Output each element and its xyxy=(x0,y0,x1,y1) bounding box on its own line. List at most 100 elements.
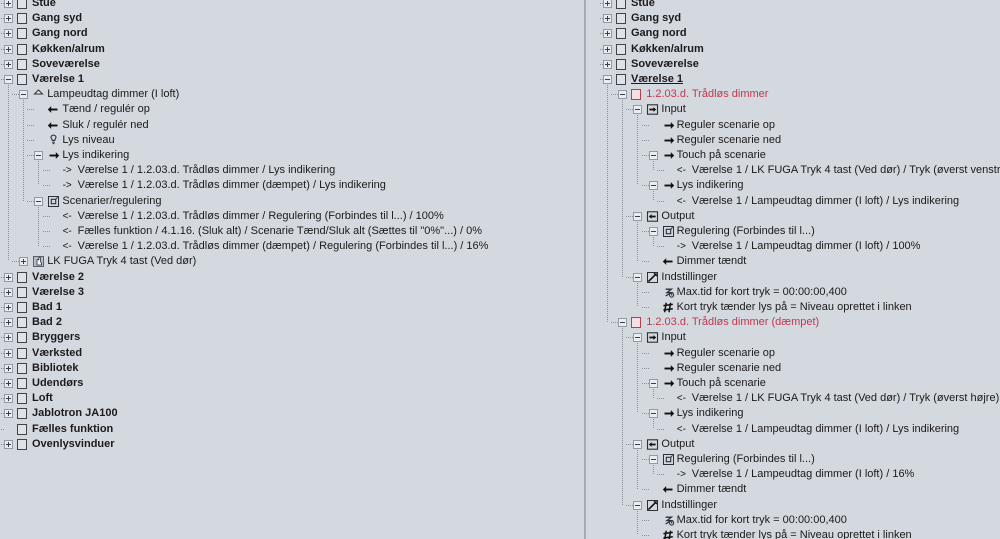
collapse-icon[interactable] xyxy=(633,272,643,282)
tree-row[interactable]: Indstillinger xyxy=(599,270,1000,285)
tree-row[interactable]: Input xyxy=(599,102,1000,117)
checkbox[interactable] xyxy=(17,302,27,313)
checkbox[interactable] xyxy=(17,28,27,40)
device-tree-right-pane[interactable]: Stue Gang syd Gang nord Køkken/alrum Sovevær… xyxy=(599,0,1000,539)
expand-icon[interactable] xyxy=(4,348,13,358)
expand-icon[interactable] xyxy=(4,439,13,449)
expand-icon[interactable] xyxy=(4,333,13,343)
tree-row[interactable]: Fælles funktion xyxy=(0,422,578,437)
checkbox[interactable] xyxy=(17,332,27,344)
collapse-icon[interactable] xyxy=(648,181,658,191)
tree-row[interactable]: Scenarier/regulering xyxy=(0,194,578,209)
tree-row[interactable]: <- Værelse 1 / 1.2.03.d. Trådløs dimmer /… xyxy=(0,209,578,224)
checkbox[interactable] xyxy=(17,0,27,9)
tree-row[interactable]: Lys indikering xyxy=(599,406,1000,421)
tree-row[interactable]: Værelse 1 xyxy=(599,72,1000,87)
tree-row[interactable]: Sluk / regulér ned xyxy=(0,118,578,133)
tree-row[interactable]: Stue xyxy=(599,0,1000,11)
checkbox[interactable] xyxy=(17,74,27,85)
device-tree-left-pane[interactable]: Stue Gang syd Gang nord Køkken/alrum Sovevær… xyxy=(0,0,578,539)
tree-row[interactable]: Tænd / regulér op xyxy=(0,102,578,117)
tree-row[interactable]: <- Fælles funktion / 4.1.16. (Sluk alt) /… xyxy=(0,224,578,239)
collapse-icon[interactable] xyxy=(633,105,643,115)
tree-row[interactable]: Bad 2 xyxy=(0,315,578,330)
checkbox[interactable] xyxy=(616,28,626,40)
checkbox[interactable] xyxy=(17,271,27,283)
tree-row[interactable]: Værelse 3 xyxy=(0,285,578,300)
collapse-icon[interactable] xyxy=(633,211,643,221)
checkbox[interactable] xyxy=(17,13,27,25)
tree-row[interactable]: Reguler scenarie op xyxy=(599,118,1000,133)
tree-row[interactable]: 1.2.03.d. Trådløs dimmer xyxy=(599,87,1000,102)
collapse-icon[interactable] xyxy=(19,90,29,100)
tree-row[interactable]: -> Værelse 1 / Lampeudtag dimmer (I loft)… xyxy=(599,239,1000,254)
tree-row[interactable]: Touch på scenarie xyxy=(599,148,1000,163)
tree-row[interactable]: <- Værelse 1 / LK FUGA Tryk 4 tast (Ved d… xyxy=(599,391,1000,406)
checkbox-selected[interactable] xyxy=(631,89,642,101)
tree-row[interactable]: 1.2.03.d. Trådløs dimmer (dæmpet) xyxy=(599,315,1000,330)
tree-row[interactable]: Input xyxy=(599,330,1000,345)
tree-row[interactable]: Køkken/alrum xyxy=(599,42,1000,57)
checkbox[interactable] xyxy=(17,347,27,359)
tree-row[interactable]: Reguler scenarie op xyxy=(599,346,1000,361)
expand-icon[interactable] xyxy=(4,379,13,388)
tree-row[interactable]: Regulering (Forbindes til l...) xyxy=(599,224,1000,239)
expand-icon[interactable] xyxy=(4,59,13,69)
tree-row[interactable]: Max.tid for kort tryk = 00:00:00,400 xyxy=(599,285,1000,300)
tree-row[interactable]: <- Værelse 1 / Lampeudtag dimmer (I loft)… xyxy=(599,194,1000,209)
tree-row[interactable]: -> Værelse 1 / 1.2.03.d. Trådløs dimmer /… xyxy=(0,163,578,178)
tree-row[interactable]: -> Værelse 1 / 1.2.03.d. Trådløs dimmer (… xyxy=(0,178,578,193)
tree-row[interactable]: Værksted xyxy=(0,346,578,361)
tree-row[interactable]: Bibliotek xyxy=(0,361,578,376)
tree-row[interactable]: Lys indikering xyxy=(0,148,578,163)
collapse-icon[interactable] xyxy=(648,379,658,388)
tree-row[interactable]: Gang syd xyxy=(0,11,578,26)
checkbox[interactable] xyxy=(616,13,626,25)
expand-icon[interactable] xyxy=(4,287,13,297)
tree-row[interactable]: -> Værelse 1 / Lampeudtag dimmer (I loft)… xyxy=(599,467,1000,482)
tree-row[interactable]: Gang nord xyxy=(0,26,578,41)
checkbox[interactable] xyxy=(17,423,27,435)
tree-row[interactable]: Lampeudtag dimmer (I loft) xyxy=(0,87,578,102)
tree-row[interactable]: LK FUGA Tryk 4 tast (Ved dør) xyxy=(0,254,578,269)
checkbox[interactable] xyxy=(17,393,27,405)
checkbox[interactable] xyxy=(17,408,27,420)
collapse-icon[interactable] xyxy=(34,151,44,160)
checkbox[interactable] xyxy=(616,0,626,9)
expand-icon[interactable] xyxy=(603,14,612,24)
tree-row[interactable]: Dimmer tændt xyxy=(599,254,1000,269)
collapse-icon[interactable] xyxy=(648,455,658,464)
pane-splitter[interactable] xyxy=(578,0,599,539)
tree-row[interactable]: Indstillinger xyxy=(599,498,1000,513)
tree-row[interactable]: Reguler scenarie ned xyxy=(599,133,1000,148)
checkbox[interactable] xyxy=(17,317,27,329)
expand-icon[interactable] xyxy=(4,409,13,419)
tree-row[interactable]: Bad 1 xyxy=(0,300,578,315)
collapse-icon[interactable] xyxy=(603,75,612,84)
tree-row[interactable]: Touch på scenarie xyxy=(599,376,1000,391)
expand-icon[interactable] xyxy=(603,59,612,69)
tree-row[interactable]: Max.tid for kort tryk = 00:00:00,400 xyxy=(599,513,1000,528)
tree-row[interactable]: Output xyxy=(599,209,1000,224)
expand-icon[interactable] xyxy=(4,394,13,404)
tree-row[interactable]: Kort tryk tænder lys på = Niveau oprette… xyxy=(599,300,1000,315)
tree-row[interactable]: Regulering (Forbindes til l...) xyxy=(599,452,1000,467)
collapse-icon[interactable] xyxy=(618,318,628,328)
expand-icon[interactable] xyxy=(19,257,29,267)
tree-row[interactable]: Dimmer tændt xyxy=(599,482,1000,497)
tree-row[interactable]: Output xyxy=(599,437,1000,452)
expand-icon[interactable] xyxy=(4,363,13,373)
collapse-icon[interactable] xyxy=(633,500,643,510)
tree-row[interactable]: Værelse 2 xyxy=(0,270,578,285)
tree-row[interactable]: Kort tryk tænder lys på = Niveau oprette… xyxy=(599,528,1000,539)
collapse-icon[interactable] xyxy=(618,90,628,100)
checkbox[interactable] xyxy=(17,58,27,70)
splitter-grip[interactable] xyxy=(583,0,586,539)
tree-row[interactable]: Gang nord xyxy=(599,26,1000,41)
collapse-icon[interactable] xyxy=(648,409,658,419)
tree-row[interactable]: Reguler scenarie ned xyxy=(599,361,1000,376)
tree-row[interactable]: Bryggers xyxy=(0,330,578,345)
tree-row[interactable]: <- Værelse 1 / LK FUGA Tryk 4 tast (Ved d… xyxy=(599,163,1000,178)
expand-icon[interactable] xyxy=(4,44,13,54)
checkbox[interactable] xyxy=(17,43,27,55)
